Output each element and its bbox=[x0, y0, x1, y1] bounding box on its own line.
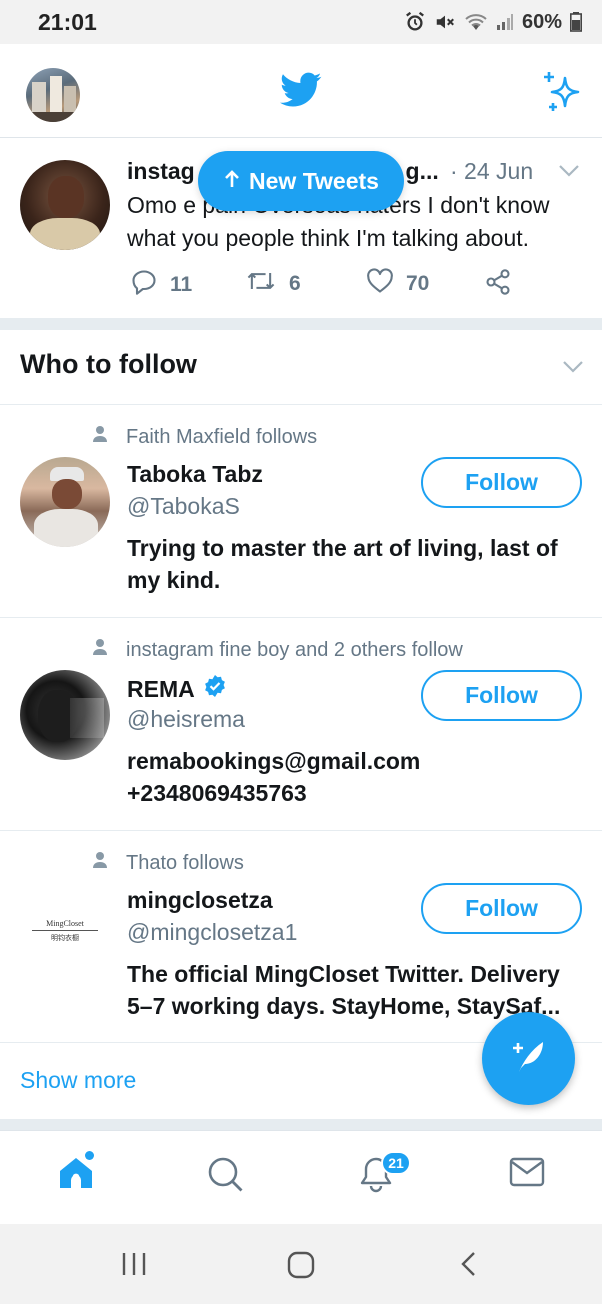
user-avatar[interactable] bbox=[20, 670, 110, 760]
tweet-author-name[interactable]: instag bbox=[127, 158, 195, 184]
heart-icon bbox=[366, 268, 394, 300]
section-divider bbox=[0, 318, 602, 330]
chevron-down-icon[interactable] bbox=[562, 360, 584, 379]
social-context-text: Thato follows bbox=[126, 851, 244, 874]
social-context: instagram fine boy and 2 others follow bbox=[92, 638, 463, 662]
user-bio: remabookings@gmail.com +2348069435763 bbox=[127, 748, 421, 806]
back-icon[interactable] bbox=[458, 1250, 480, 1283]
notification-count-badge: 21 bbox=[381, 1151, 411, 1175]
section-divider bbox=[0, 1119, 602, 1130]
reply-action[interactable]: 11 bbox=[130, 268, 192, 302]
wifi-icon bbox=[464, 12, 488, 32]
social-context-text: Faith Maxfield follows bbox=[126, 425, 318, 448]
compose-tweet-button[interactable] bbox=[482, 1012, 575, 1105]
share-action[interactable] bbox=[484, 268, 512, 302]
app-bar bbox=[0, 44, 602, 138]
person-icon bbox=[92, 425, 108, 449]
tweet-date: · 24 Jun bbox=[450, 158, 534, 184]
social-context-text: instagram fine boy and 2 others follow bbox=[126, 638, 463, 661]
system-nav-bar bbox=[0, 1224, 602, 1304]
status-time: 21:01 bbox=[38, 8, 97, 35]
follow-suggestion[interactable]: Faith Maxfield follows Taboka Tabz @Tabo… bbox=[0, 405, 602, 618]
home-icon bbox=[57, 1158, 95, 1195]
social-context: Thato follows bbox=[92, 851, 244, 875]
user-bio: Trying to master the art of living, last… bbox=[127, 535, 558, 593]
retweet-icon bbox=[245, 268, 277, 300]
follow-suggestion[interactable]: Thato follows MingCloset 明钧衣橱 mingcloset… bbox=[0, 831, 602, 1043]
user-name-text: mingclosetza bbox=[127, 887, 273, 913]
user-handle: @TabokaS bbox=[127, 493, 240, 519]
user-avatar[interactable] bbox=[20, 457, 110, 547]
twitter-home-screen: 21:01 60% instag g... · 24 Jun Omo e I d… bbox=[0, 0, 602, 1304]
messages-icon bbox=[509, 1157, 545, 1193]
retweet-count: 6 bbox=[289, 272, 301, 295]
user-name[interactable]: Taboka Tabz bbox=[127, 461, 263, 488]
battery-percent: 60% bbox=[521, 10, 562, 33]
user-name[interactable]: mingclosetza bbox=[127, 887, 273, 914]
nav-search[interactable] bbox=[206, 1155, 244, 1198]
nav-home[interactable] bbox=[57, 1155, 95, 1196]
new-tweets-button[interactable]: New Tweets bbox=[198, 151, 404, 211]
follow-button[interactable]: Follow bbox=[421, 883, 582, 934]
chevron-down-icon[interactable] bbox=[558, 164, 580, 183]
user-bio: The official MingCloset Twitter. Deliver… bbox=[127, 961, 561, 1019]
recent-apps-icon[interactable] bbox=[120, 1250, 148, 1283]
sparkle-icon[interactable] bbox=[540, 70, 582, 117]
reply-icon bbox=[130, 268, 158, 302]
status-bar: 21:01 60% bbox=[0, 0, 602, 44]
signal-icon bbox=[496, 13, 514, 31]
user-handle: @mingclosetza1 bbox=[127, 919, 298, 945]
search-icon bbox=[206, 1157, 244, 1197]
nav-messages[interactable] bbox=[509, 1155, 545, 1194]
tweet-author-name-tail: g... bbox=[405, 158, 439, 184]
retweet-action[interactable]: 6 bbox=[245, 268, 301, 300]
alarm-icon bbox=[404, 11, 426, 33]
mingcloset-logo: MingCloset 明钧衣橱 bbox=[32, 919, 98, 943]
user-avatar[interactable]: MingCloset 明钧衣橱 bbox=[20, 883, 110, 973]
who-to-follow-title: Who to follow bbox=[20, 349, 197, 379]
like-action[interactable]: 70 bbox=[366, 268, 429, 300]
home-unread-dot bbox=[85, 1151, 94, 1160]
new-tweets-label: New Tweets bbox=[249, 167, 379, 194]
like-count: 70 bbox=[406, 272, 430, 295]
notifications-icon bbox=[357, 1157, 395, 1197]
user-name-text: Taboka Tabz bbox=[127, 461, 263, 487]
person-icon bbox=[92, 638, 108, 662]
share-icon bbox=[484, 268, 512, 302]
user-name-text: REMA bbox=[127, 675, 195, 702]
logo-subtext: 明钧衣橱 bbox=[51, 934, 79, 942]
logo-text: MingCloset bbox=[32, 919, 98, 931]
who-to-follow-header: Who to follow bbox=[0, 330, 602, 405]
profile-avatar[interactable] bbox=[26, 68, 80, 122]
home-button-icon[interactable] bbox=[286, 1250, 316, 1285]
twitter-bird-icon bbox=[280, 72, 322, 113]
status-icons: 60% bbox=[404, 11, 582, 34]
reply-count: 11 bbox=[170, 273, 193, 296]
person-icon bbox=[92, 851, 108, 875]
battery-icon bbox=[570, 12, 582, 32]
mute-icon bbox=[434, 11, 456, 33]
verified-badge-icon bbox=[203, 674, 227, 704]
bottom-nav: 21 bbox=[0, 1130, 602, 1224]
compose-feather-icon bbox=[507, 1034, 551, 1083]
social-context: Faith Maxfield follows bbox=[92, 425, 317, 449]
user-name[interactable]: REMA bbox=[127, 674, 227, 704]
follow-button[interactable]: Follow bbox=[421, 670, 582, 721]
follow-suggestion[interactable]: instagram fine boy and 2 others follow R… bbox=[0, 618, 602, 831]
arrow-up-icon bbox=[223, 168, 241, 195]
user-handle: @heisrema bbox=[127, 706, 245, 732]
tweet-author-avatar[interactable] bbox=[20, 160, 110, 250]
show-more-link[interactable]: Show more bbox=[20, 1067, 136, 1094]
tweet-actions: 11 6 70 bbox=[130, 268, 530, 300]
follow-button[interactable]: Follow bbox=[421, 457, 582, 508]
